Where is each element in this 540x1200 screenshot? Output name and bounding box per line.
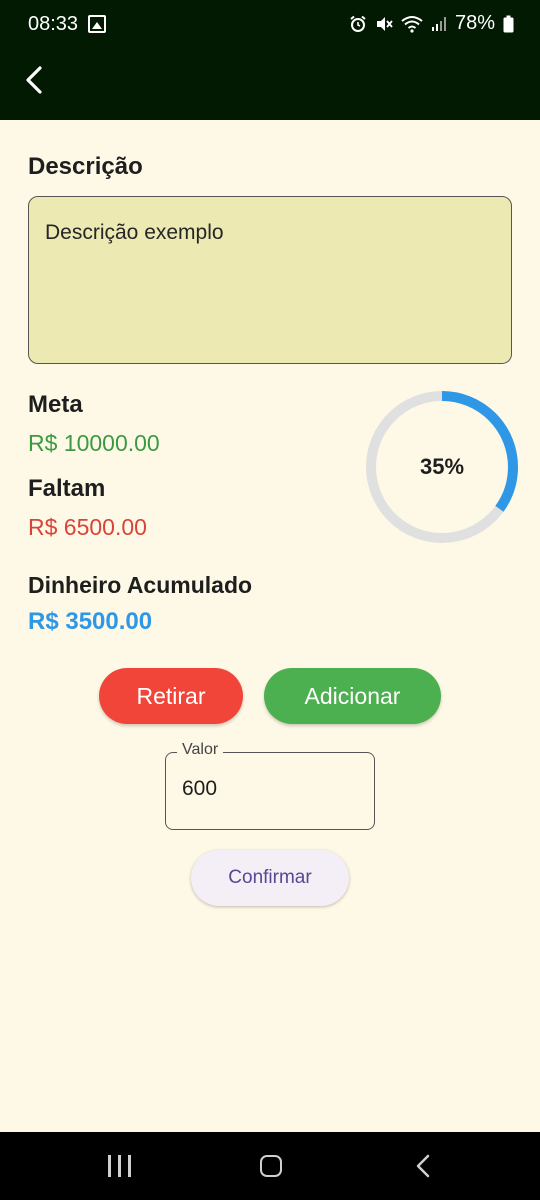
adicionar-button[interactable]: Adicionar xyxy=(264,668,441,724)
gallery-icon xyxy=(88,15,106,33)
status-bar: 08:33 78% xyxy=(0,0,540,52)
status-icons: 78% xyxy=(349,12,514,35)
accumulated-label: Dinheiro Acumulado xyxy=(28,572,253,598)
description-text: Descrição exemplo xyxy=(45,221,224,244)
meta-value: R$ 10000.00 xyxy=(28,430,160,456)
valor-label: Valor xyxy=(177,741,224,759)
recents-icon[interactable] xyxy=(108,1155,132,1177)
retirar-button[interactable]: Retirar xyxy=(99,668,243,724)
status-time: 08:33 xyxy=(28,13,79,35)
progress-percentage: 35% xyxy=(419,454,465,479)
app-bar xyxy=(0,52,540,120)
description-label: Descrição xyxy=(28,153,143,180)
chevron-left-icon xyxy=(26,66,42,94)
battery-icon xyxy=(503,15,514,32)
alarm-icon xyxy=(350,15,366,32)
back-button[interactable] xyxy=(14,60,54,100)
signal-icon xyxy=(431,16,446,31)
meta-label: Meta xyxy=(28,391,83,418)
mute-icon xyxy=(376,16,393,31)
faltam-label: Faltam xyxy=(28,475,106,502)
wifi-icon xyxy=(401,15,423,33)
description-field[interactable]: Descrição exemplo xyxy=(28,196,512,364)
back-icon[interactable] xyxy=(412,1154,436,1178)
accumulated-value: R$ 3500.00 xyxy=(28,608,153,635)
battery-percentage: 78% xyxy=(454,12,495,34)
home-icon[interactable] xyxy=(260,1155,282,1177)
faltam-value: R$ 6500.00 xyxy=(28,514,147,540)
valor-input[interactable] xyxy=(182,777,362,801)
confirmar-button[interactable]: Confirmar xyxy=(191,850,349,906)
